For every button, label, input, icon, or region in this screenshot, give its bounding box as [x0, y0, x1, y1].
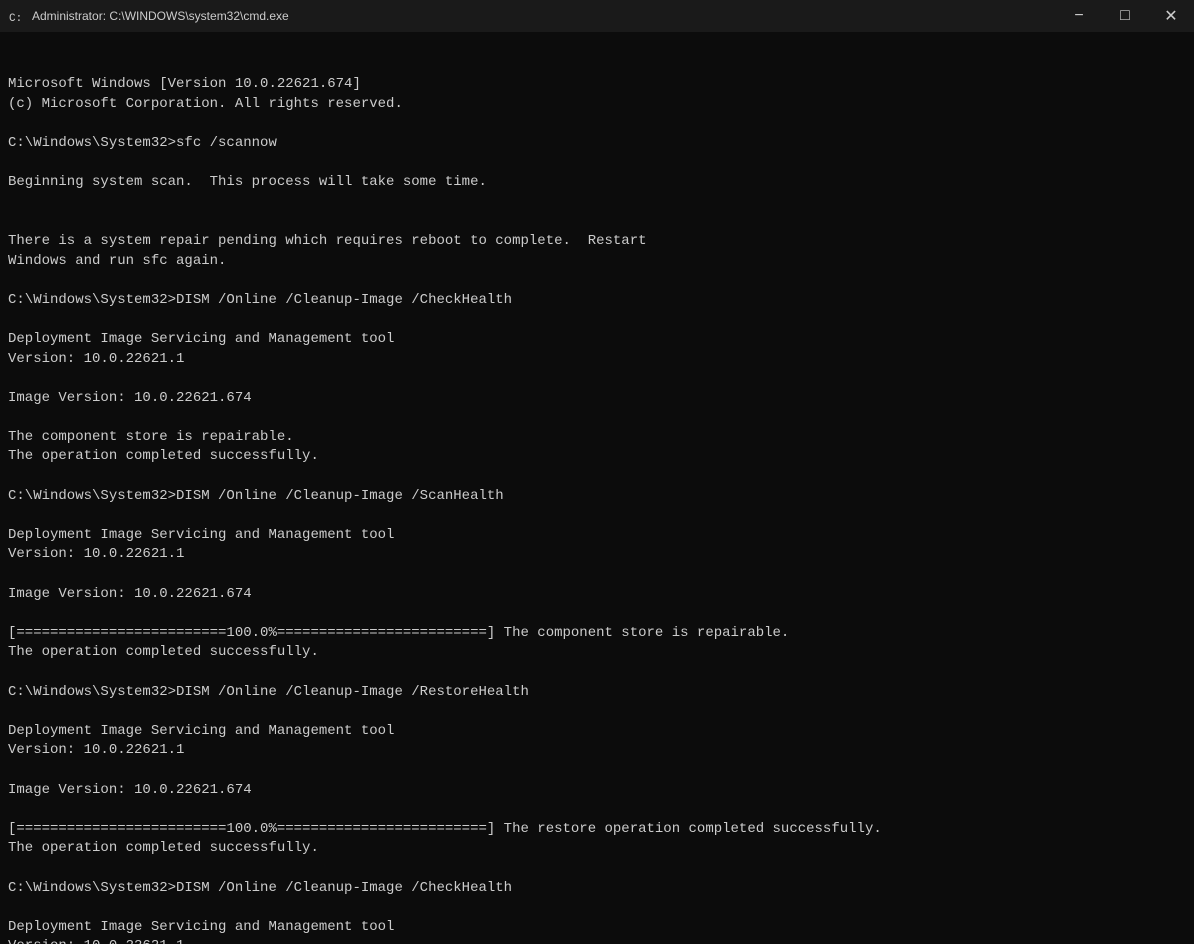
console-line [8, 663, 1186, 683]
console-line: Image Version: 10.0.22621.674 [8, 585, 1186, 605]
svg-text:C:: C: [9, 13, 22, 24]
console-line: Deployment Image Servicing and Managemen… [8, 918, 1186, 938]
console-line: The component store is repairable. [8, 428, 1186, 448]
console-line [8, 467, 1186, 487]
console-line: The operation completed successfully. [8, 643, 1186, 663]
console-line: (c) Microsoft Corporation. All rights re… [8, 95, 1186, 115]
console-line [8, 114, 1186, 134]
console-line: [=========================100.0%========… [8, 624, 1186, 644]
console-line: C:\Windows\System32>DISM /Online /Cleanu… [8, 683, 1186, 703]
maximize-button[interactable]: □ [1102, 0, 1148, 32]
console-line: Deployment Image Servicing and Managemen… [8, 526, 1186, 546]
console-line [8, 898, 1186, 918]
console-line: [=========================100.0%========… [8, 820, 1186, 840]
console-line: Image Version: 10.0.22621.674 [8, 389, 1186, 409]
console-line: Image Version: 10.0.22621.674 [8, 781, 1186, 801]
console-line: Beginning system scan. This process will… [8, 173, 1186, 193]
console-line: C:\Windows\System32>sfc /scannow [8, 134, 1186, 154]
close-button[interactable]: ✕ [1148, 0, 1194, 32]
console-line [8, 761, 1186, 781]
console-line [8, 565, 1186, 585]
console-line [8, 193, 1186, 213]
console-line [8, 506, 1186, 526]
console-line [8, 212, 1186, 232]
console-line [8, 702, 1186, 722]
console-line: C:\Windows\System32>DISM /Online /Cleanu… [8, 879, 1186, 899]
cmd-window: C: Administrator: C:\WINDOWS\system32\cm… [0, 0, 1194, 944]
console-line [8, 604, 1186, 624]
console-line [8, 310, 1186, 330]
window-title: Administrator: C:\WINDOWS\system32\cmd.e… [32, 9, 1186, 23]
console-line: Deployment Image Servicing and Managemen… [8, 330, 1186, 350]
console-line: Version: 10.0.22621.1 [8, 937, 1186, 944]
console-line [8, 369, 1186, 389]
console-line: There is a system repair pending which r… [8, 232, 1186, 252]
window-controls: − □ ✕ [1056, 0, 1194, 32]
console-line: The operation completed successfully. [8, 447, 1186, 467]
console-line: Version: 10.0.22621.1 [8, 545, 1186, 565]
console-line: C:\Windows\System32>DISM /Online /Cleanu… [8, 487, 1186, 507]
cmd-icon: C: [8, 8, 24, 24]
console-line [8, 271, 1186, 291]
console-line [8, 154, 1186, 174]
console-line: Version: 10.0.22621.1 [8, 741, 1186, 761]
console-line: C:\Windows\System32>DISM /Online /Cleanu… [8, 291, 1186, 311]
console-line [8, 408, 1186, 428]
console-line: Windows and run sfc again. [8, 252, 1186, 272]
console-line: The operation completed successfully. [8, 839, 1186, 859]
console-line: Microsoft Windows [Version 10.0.22621.67… [8, 75, 1186, 95]
console-line [8, 859, 1186, 879]
console-output[interactable]: Microsoft Windows [Version 10.0.22621.67… [0, 32, 1194, 944]
console-line: Version: 10.0.22621.1 [8, 350, 1186, 370]
console-line [8, 800, 1186, 820]
minimize-button[interactable]: − [1056, 0, 1102, 32]
title-bar: C: Administrator: C:\WINDOWS\system32\cm… [0, 0, 1194, 32]
console-line: Deployment Image Servicing and Managemen… [8, 722, 1186, 742]
